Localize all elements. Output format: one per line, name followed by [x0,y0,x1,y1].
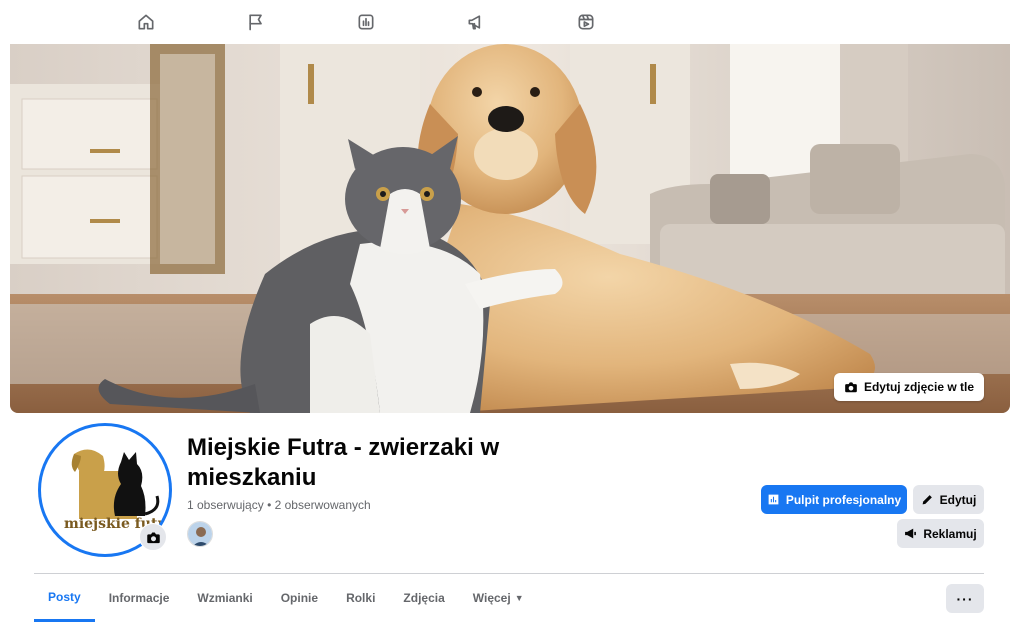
caret-down-icon: ▼ [514,593,524,603]
reels-icon[interactable] [574,10,598,34]
top-navigation [0,0,1024,44]
tab-more[interactable]: Więcej ▼ [459,574,538,622]
camera-icon [146,532,160,543]
tab-posts[interactable]: Posty [34,574,95,622]
followers-count-link[interactable]: 1 obserwujący [187,498,264,512]
edit-page-button[interactable]: Edytuj [913,485,984,514]
page-tabs: Posty Informacje Wzmianki Opinie Rolki Z… [34,574,538,624]
follower-stats: 1 obserwujący • 2 obserwowanych [187,498,371,512]
cover-photo[interactable]: Edytuj zdjęcie w tle [10,44,1010,413]
insights-icon[interactable] [354,10,378,34]
advertise-button[interactable]: Reklamuj [897,519,984,548]
cover-image [10,44,1010,413]
tab-reels[interactable]: Rolki [332,574,389,622]
dashboard-label: Pulpit profesjonalny [785,492,902,507]
person-avatar-icon [188,522,212,546]
dashboard-icon [768,494,779,505]
following-count-link[interactable]: 2 obserwowanych [275,498,371,512]
edit-cover-photo-button[interactable]: Edytuj zdjęcie w tle [833,373,984,401]
tab-photos[interactable]: Zdjęcia [389,574,458,622]
megaphone-icon[interactable] [464,10,488,34]
edit-cover-label: Edytuj zdjęcie w tle [863,380,974,394]
megaphone-icon [905,528,917,539]
follower-avatar[interactable] [187,521,213,547]
professional-dashboard-button[interactable]: Pulpit profesjonalny [761,485,907,514]
camera-icon [845,382,857,393]
pencil-icon [922,495,932,505]
more-options-button[interactable]: ··· [946,584,984,613]
update-profile-picture-button[interactable] [139,523,167,551]
tab-about[interactable]: Informacje [95,574,184,622]
home-icon[interactable] [134,10,158,34]
stats-separator: • [267,498,272,512]
tab-reviews[interactable]: Opinie [267,574,332,622]
flag-icon[interactable] [244,10,268,34]
page-title: Miejskie Futra - zwierzaki w mieszkaniu [187,434,500,491]
advertise-label: Reklamuj [923,526,977,541]
edit-label: Edytuj [939,492,977,507]
tab-mentions[interactable]: Wzmianki [183,574,266,622]
